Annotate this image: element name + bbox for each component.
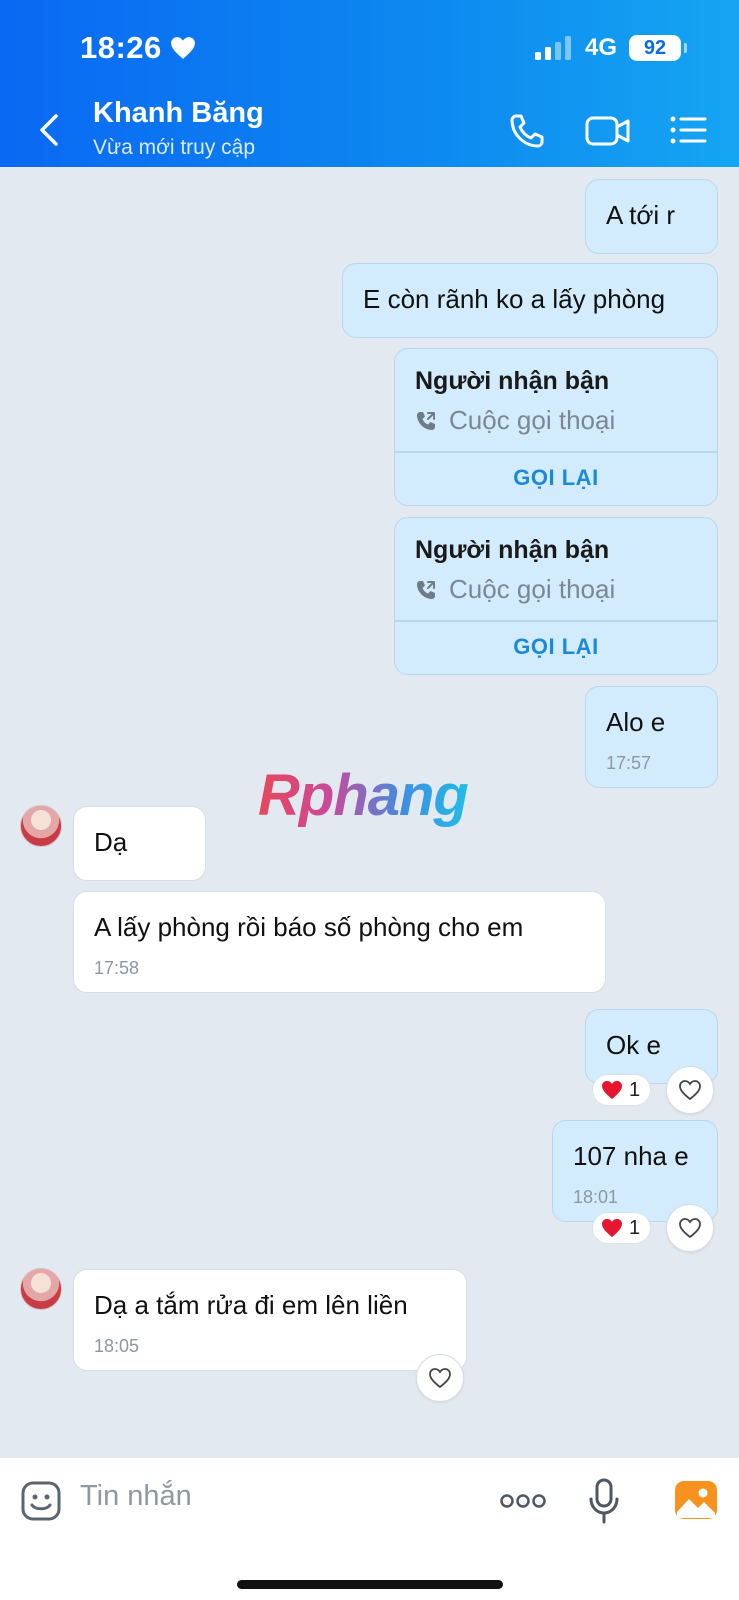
call-type: Cuộc gọi thoại bbox=[415, 405, 615, 436]
react-button[interactable] bbox=[416, 1354, 464, 1402]
network-type: 4G bbox=[584, 34, 617, 61]
menu-icon[interactable] bbox=[668, 110, 708, 150]
message-text: Ok e bbox=[606, 1030, 661, 1060]
message-bubble[interactable]: Dạ a tắm rửa đi em lên liền 18:05 bbox=[73, 1269, 467, 1371]
status-bar-right: 4G 92 bbox=[534, 34, 687, 62]
message-text: A lấy phòng rồi báo số phòng cho em bbox=[94, 912, 524, 942]
message-bubble[interactable]: Alo e 17:57 bbox=[585, 686, 718, 788]
watermark-logo: Rphang bbox=[258, 763, 469, 828]
heart-icon bbox=[602, 1080, 622, 1100]
message-composer: Tin nhắn bbox=[0, 1457, 739, 1600]
phone-icon[interactable] bbox=[506, 110, 550, 150]
react-button[interactable] bbox=[666, 1066, 714, 1114]
call-icon bbox=[417, 411, 435, 430]
message-time: 17:57 bbox=[606, 753, 652, 773]
chat-header: 18:26 4G 92 Khanh Băng Vừa mới truy cập bbox=[0, 0, 739, 167]
signal-icon bbox=[534, 36, 571, 60]
status-bar-time: 18:26 bbox=[80, 30, 196, 66]
call-type: Cuộc gọi thoại bbox=[415, 574, 615, 605]
contact-status: Vừa mới truy cập bbox=[93, 136, 256, 159]
call-type-label: Cuộc gọi thoại bbox=[449, 405, 616, 435]
missed-call-card: Người nhận bận Cuộc gọi thoại GỌI LẠI bbox=[394, 517, 718, 675]
heart-outline-icon bbox=[679, 1080, 701, 1101]
call-icon bbox=[417, 580, 435, 599]
sticker-icon[interactable] bbox=[20, 1480, 62, 1522]
reaction-summary[interactable]: 1 bbox=[592, 1212, 652, 1244]
message-text: E còn rãnh ko a lấy phòng bbox=[363, 284, 666, 314]
message-bubble[interactable]: A tới r bbox=[585, 179, 718, 254]
back-icon[interactable] bbox=[34, 110, 64, 150]
message-text: A tới r bbox=[606, 200, 676, 230]
heart-icon bbox=[170, 37, 195, 59]
message-time: 18:01 bbox=[573, 1187, 619, 1207]
call-type-label: Cuộc gọi thoại bbox=[449, 574, 616, 604]
heart-outline-icon bbox=[679, 1218, 701, 1239]
message-bubble[interactable]: A lấy phòng rồi báo số phòng cho em 17:5… bbox=[73, 891, 606, 993]
reaction-summary[interactable]: 1 bbox=[592, 1074, 652, 1106]
video-icon[interactable] bbox=[584, 110, 632, 150]
avatar[interactable] bbox=[20, 1268, 62, 1310]
message-bubble[interactable]: E còn rãnh ko a lấy phòng bbox=[342, 263, 718, 338]
clock: 18:26 bbox=[80, 30, 162, 65]
contact-name[interactable]: Khanh Băng bbox=[93, 97, 264, 130]
message-time: 18:05 bbox=[94, 1336, 140, 1356]
call-back-button[interactable]: GỌI LẠI bbox=[395, 622, 717, 672]
react-button[interactable] bbox=[666, 1204, 714, 1252]
message-bubble[interactable]: Dạ bbox=[73, 806, 206, 881]
avatar[interactable] bbox=[20, 805, 62, 847]
call-status: Người nhận bận bbox=[415, 536, 610, 564]
message-time: 17:58 bbox=[94, 958, 140, 978]
reaction-count: 1 bbox=[629, 1216, 641, 1239]
heart-icon bbox=[602, 1218, 622, 1238]
call-status: Người nhận bận bbox=[415, 367, 610, 395]
message-text: 107 nha e bbox=[573, 1141, 689, 1171]
message-text: Alo e bbox=[606, 707, 666, 737]
message-text: Dạ a tắm rửa đi em lên liền bbox=[94, 1290, 408, 1320]
missed-call-card: Người nhận bận Cuộc gọi thoại GỌI LẠI bbox=[394, 348, 718, 506]
more-icon[interactable] bbox=[500, 1492, 546, 1510]
home-indicator bbox=[237, 1580, 503, 1589]
battery-indicator: 92 bbox=[629, 35, 687, 61]
heart-outline-icon bbox=[429, 1368, 451, 1389]
call-back-button[interactable]: GỌI LẠI bbox=[395, 453, 717, 503]
message-input[interactable]: Tin nhắn bbox=[80, 1480, 192, 1513]
reaction-count: 1 bbox=[629, 1078, 641, 1101]
message-text: Dạ bbox=[94, 827, 128, 857]
image-icon[interactable] bbox=[674, 1480, 718, 1520]
mic-icon[interactable] bbox=[588, 1478, 620, 1524]
